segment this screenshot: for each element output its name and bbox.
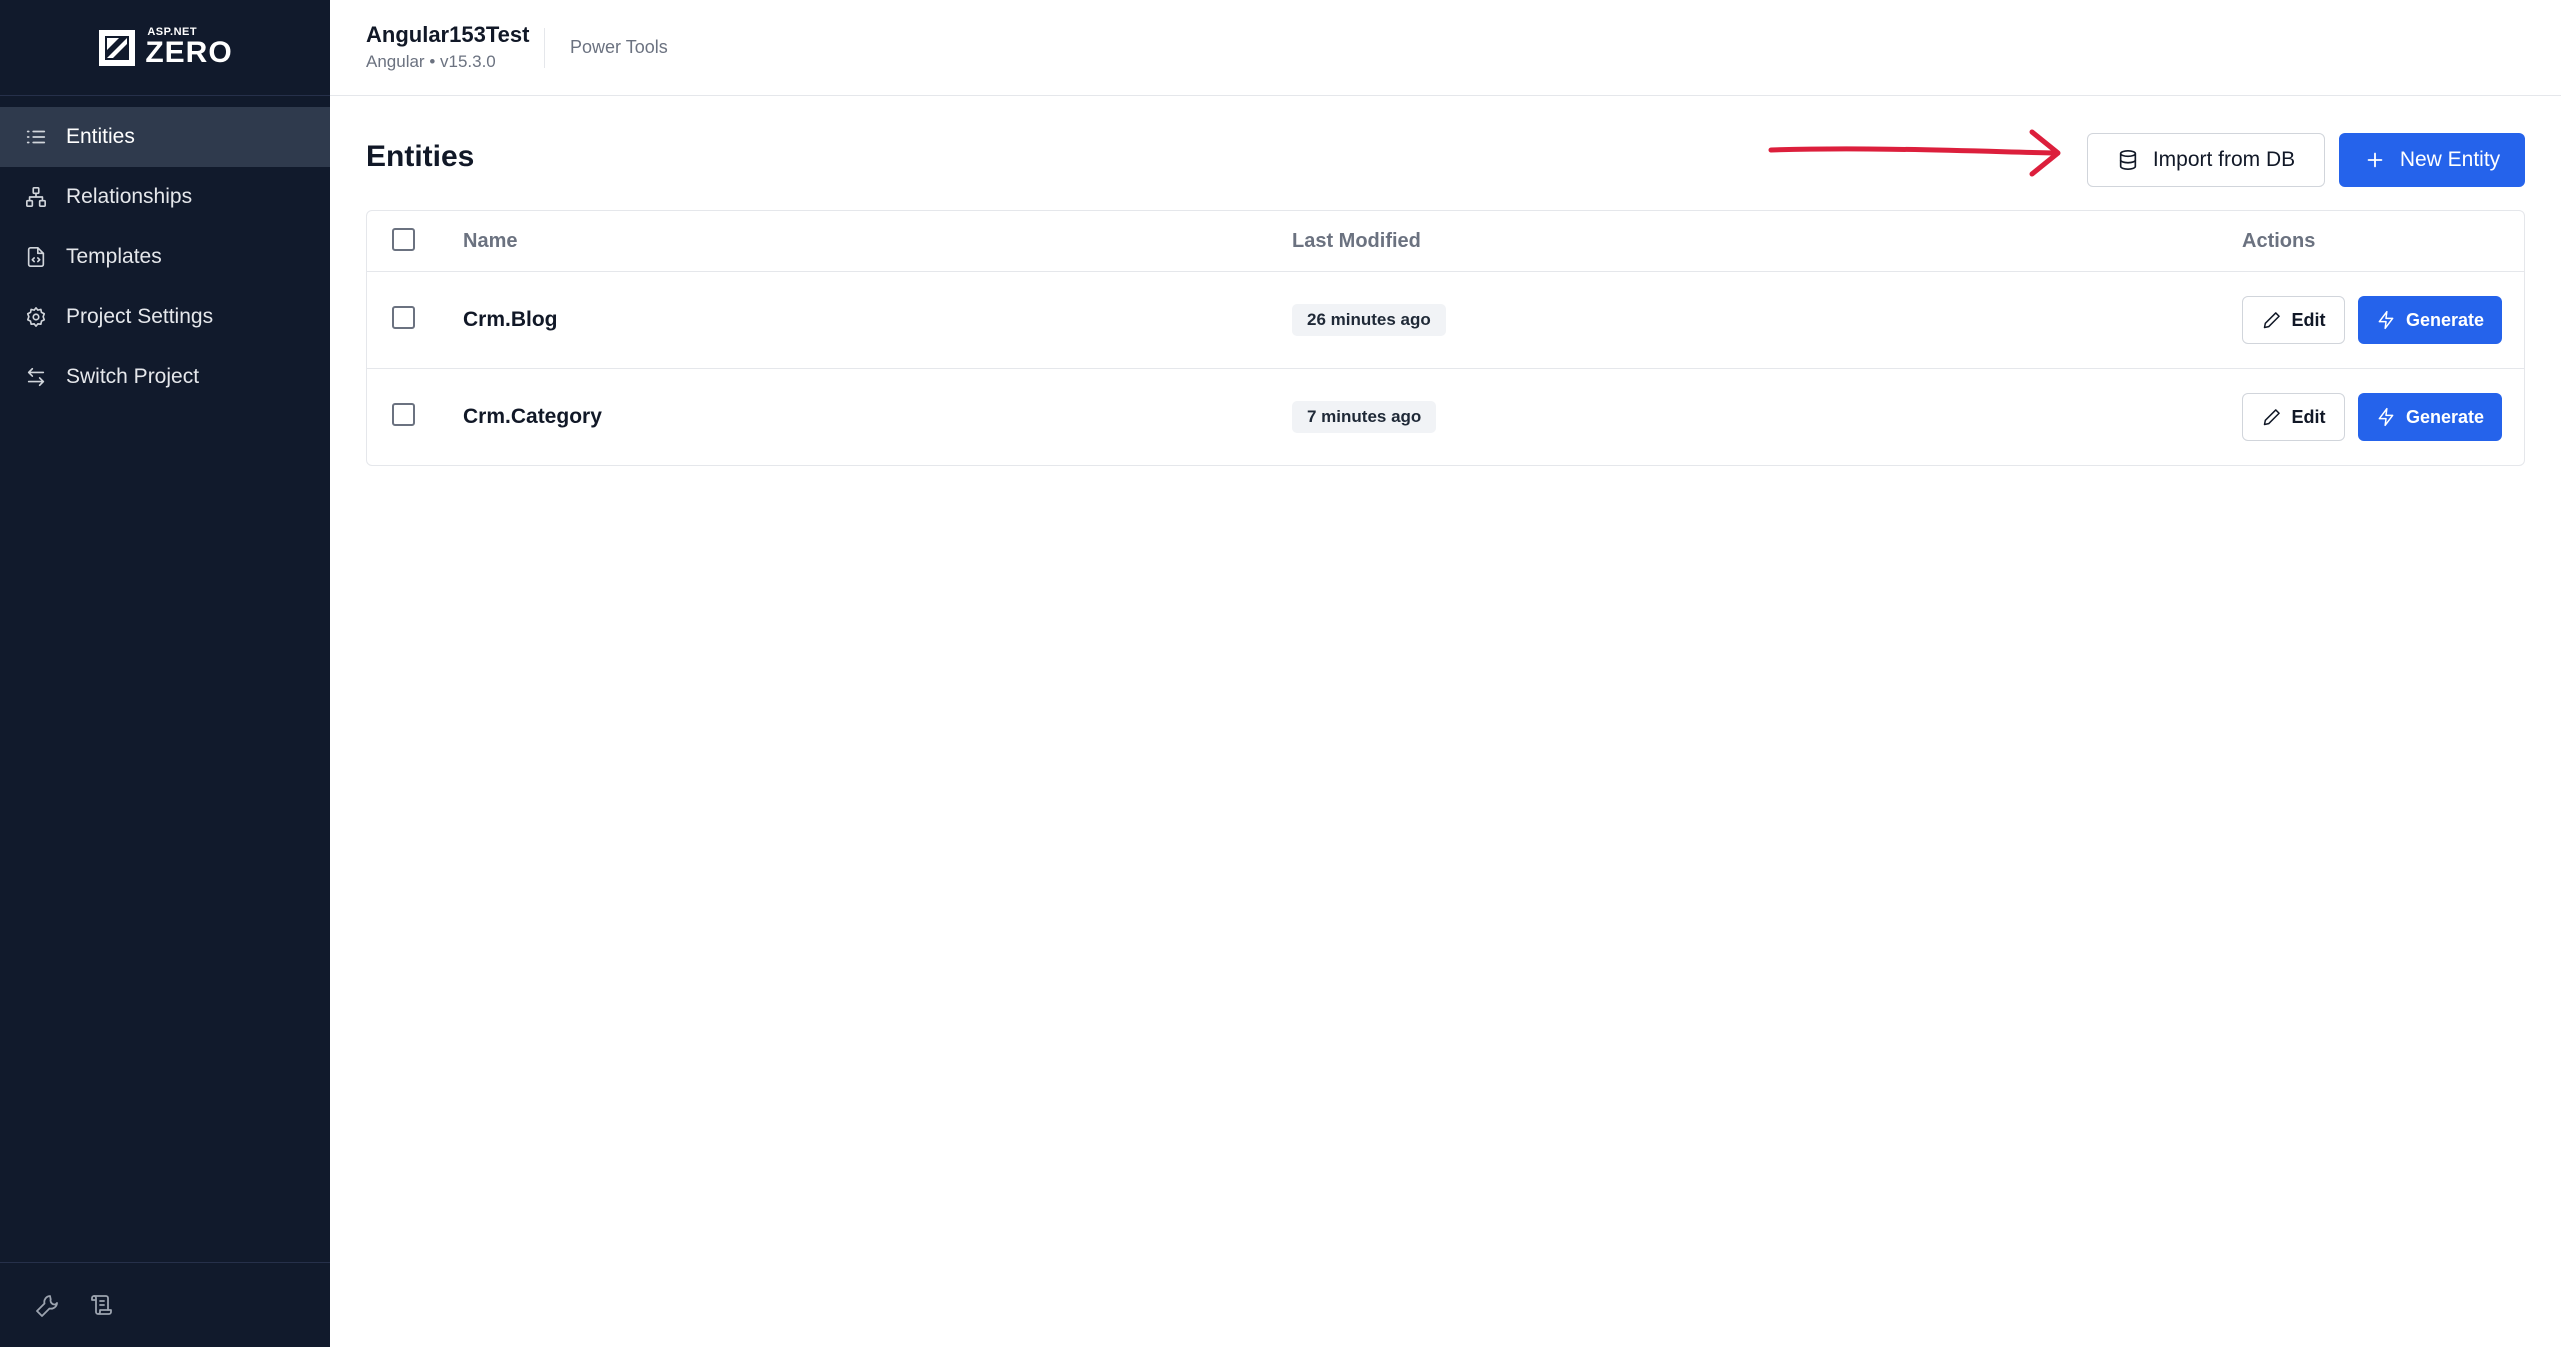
sidebar-item-templates[interactable]: Templates: [0, 227, 330, 287]
table-row: Crm.Category 7 minutes ago Edit Generate: [367, 369, 2524, 466]
sidebar-footer: [0, 1262, 330, 1347]
import-from-db-button[interactable]: Import from DB: [2087, 133, 2325, 187]
table-header-row: Name Last Modified Actions: [367, 211, 2524, 272]
annotation-arrow-icon: [1768, 129, 2061, 177]
last-modified-badge: 26 minutes ago: [1292, 304, 1446, 336]
hierarchy-icon: [25, 186, 47, 208]
edit-label: Edit: [2291, 309, 2326, 330]
project-info: Angular153Test Angular • v15.3.0: [366, 22, 529, 72]
column-header-name: Name: [463, 230, 518, 252]
power-tools-label: Power Tools: [570, 37, 668, 57]
lightning-icon: [2378, 310, 2394, 330]
sidebar-item-label: Switch Project: [66, 365, 200, 388]
row-checkbox[interactable]: [392, 306, 415, 329]
select-all-checkbox[interactable]: [392, 228, 415, 251]
project-framework-version: Angular • v15.3.0: [366, 52, 496, 71]
scroll-log-icon[interactable]: [90, 1293, 114, 1317]
project-name: Angular153Test: [366, 22, 530, 47]
last-modified-badge: 7 minutes ago: [1292, 401, 1437, 433]
database-icon: [2119, 150, 2136, 170]
logo-wordmark: ZERO: [145, 36, 233, 69]
page-title: Entities: [366, 140, 475, 173]
file-code-icon: [25, 246, 47, 268]
entities-table: Name Last Modified Actions Crm.Blog 26 m…: [366, 210, 2525, 466]
list-icon: [25, 126, 47, 148]
aspnetzero-logo-icon: [99, 29, 136, 66]
header-divider: [544, 28, 545, 68]
table-row: Crm.Blog 26 minutes ago Edit Generate: [367, 272, 2524, 369]
new-entity-label: New Entity: [2399, 148, 2501, 171]
generate-button[interactable]: Generate: [2358, 296, 2502, 344]
column-header-actions: Actions: [2242, 230, 2316, 252]
generate-button[interactable]: Generate: [2358, 393, 2502, 441]
sidebar-item-label: Templates: [66, 245, 162, 268]
edit-label: Edit: [2291, 406, 2326, 427]
pencil-icon: [2263, 312, 2280, 329]
app-logo[interactable]: ASP.NET ZERO: [0, 0, 330, 96]
sidebar-item-label: Entities: [66, 125, 135, 148]
edit-button[interactable]: Edit: [2242, 296, 2345, 344]
column-header-last-modified: Last Modified: [1292, 230, 1421, 252]
pencil-icon: [2263, 409, 2280, 426]
entity-name: Crm.Blog: [463, 308, 558, 331]
plus-icon: [2367, 152, 2383, 168]
sidebar-nav: Entities Relationships Templates Project…: [0, 107, 330, 407]
generate-label: Generate: [2405, 309, 2485, 330]
sidebar-item-switch-project[interactable]: Switch Project: [0, 347, 330, 407]
sidebar-item-label: Relationships: [66, 185, 193, 208]
top-header: Angular153Test Angular • v15.3.0 Power T…: [330, 0, 2561, 96]
sidebar: ASP.NET ZERO Entities Relationships Temp…: [0, 0, 330, 1347]
wrench-icon[interactable]: [36, 1293, 60, 1317]
sidebar-item-relationships[interactable]: Relationships: [0, 167, 330, 227]
import-from-db-label: Import from DB: [2152, 148, 2296, 171]
entity-name: Crm.Category: [463, 405, 602, 428]
row-checkbox[interactable]: [392, 403, 415, 426]
sidebar-item-entities[interactable]: Entities: [0, 107, 330, 167]
sidebar-item-project-settings[interactable]: Project Settings: [0, 287, 330, 347]
sidebar-item-label: Project Settings: [66, 305, 214, 328]
lightning-icon: [2378, 407, 2394, 427]
edit-button[interactable]: Edit: [2242, 393, 2345, 441]
switch-arrows-icon: [25, 366, 47, 388]
gear-icon: [25, 306, 47, 328]
generate-label: Generate: [2405, 406, 2485, 427]
new-entity-button[interactable]: New Entity: [2339, 133, 2525, 187]
